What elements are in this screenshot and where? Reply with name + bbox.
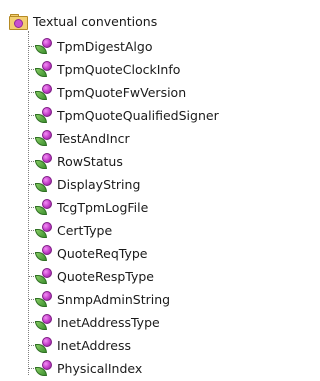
tree-item-label: TcgTpmLogFile xyxy=(57,200,149,215)
tree-item-label: QuoteReqType xyxy=(57,246,148,261)
tree-item-label: RowStatus xyxy=(57,154,123,169)
tree-node-label: Textual conventions xyxy=(33,13,158,29)
tree-item[interactable]: DisplayString xyxy=(0,173,243,196)
tree-item[interactable]: InetAddress xyxy=(0,334,243,357)
tree-item[interactable]: TpmQuoteQualifiedSigner xyxy=(0,104,243,127)
tree-item-label: TpmQuoteClockInfo xyxy=(57,62,181,77)
textual-convention-icon xyxy=(35,61,54,77)
textual-convention-icon xyxy=(35,153,54,169)
tree-node-textual-conventions[interactable]: Textual conventions xyxy=(8,10,157,32)
tree-item[interactable]: TpmDigestAlgo xyxy=(0,35,243,58)
tree-item[interactable]: InetAddressType xyxy=(0,311,243,334)
textual-convention-icon xyxy=(35,337,54,353)
tree-item-label: TpmDigestAlgo xyxy=(57,39,153,54)
tree-item-label: InetAddressType xyxy=(57,315,160,330)
textual-convention-icon xyxy=(35,84,54,100)
tree-item-label: InetAddress xyxy=(57,338,131,353)
folder-icon xyxy=(8,13,28,30)
textual-convention-icon xyxy=(35,314,54,330)
tree-item[interactable]: CertType xyxy=(0,219,243,242)
tree-item[interactable]: TcgTpmLogFile xyxy=(0,196,243,219)
textual-convention-icon xyxy=(35,222,54,238)
textual-convention-icon xyxy=(35,107,54,123)
textual-convention-icon xyxy=(35,245,54,261)
tree-children: TpmDigestAlgo TpmQuoteClockInfo TpmQuoteFw… xyxy=(0,35,243,380)
textual-convention-icon xyxy=(35,130,54,146)
tree-item[interactable]: TpmQuoteFwVersion xyxy=(0,81,243,104)
tree-item[interactable]: TestAndIncr xyxy=(0,127,243,150)
textual-convention-icon xyxy=(35,38,54,54)
tree-item-label: DisplayString xyxy=(57,177,141,192)
textual-convention-icon xyxy=(35,199,54,215)
textual-convention-icon xyxy=(35,360,54,376)
tree-item-label: TpmQuoteFwVersion xyxy=(57,85,187,100)
textual-convention-icon xyxy=(35,268,54,284)
tree-item-label: CertType xyxy=(57,223,113,238)
textual-convention-icon xyxy=(35,291,54,307)
tree-item[interactable]: QuoteReqType xyxy=(0,242,243,265)
tree-item-label: PhysicalIndex xyxy=(57,361,143,376)
textual-convention-icon xyxy=(35,176,54,192)
tree-item-label: TpmQuoteQualifiedSigner xyxy=(57,108,219,123)
tree-item-label: QuoteRespType xyxy=(57,269,154,284)
tree-item[interactable]: TpmQuoteClockInfo xyxy=(0,58,243,81)
tree-item[interactable]: QuoteRespType xyxy=(0,265,243,288)
tree-item[interactable]: RowStatus xyxy=(0,150,243,173)
tree-item-label: SnmpAdminString xyxy=(57,292,171,307)
tree-item[interactable]: SnmpAdminString xyxy=(0,288,243,311)
tree-item-label: TestAndIncr xyxy=(57,131,130,146)
tree-item[interactable]: PhysicalIndex xyxy=(0,357,243,380)
mib-tree: Textual conventions TpmDigestAlgo TpmQuot… xyxy=(0,0,243,381)
